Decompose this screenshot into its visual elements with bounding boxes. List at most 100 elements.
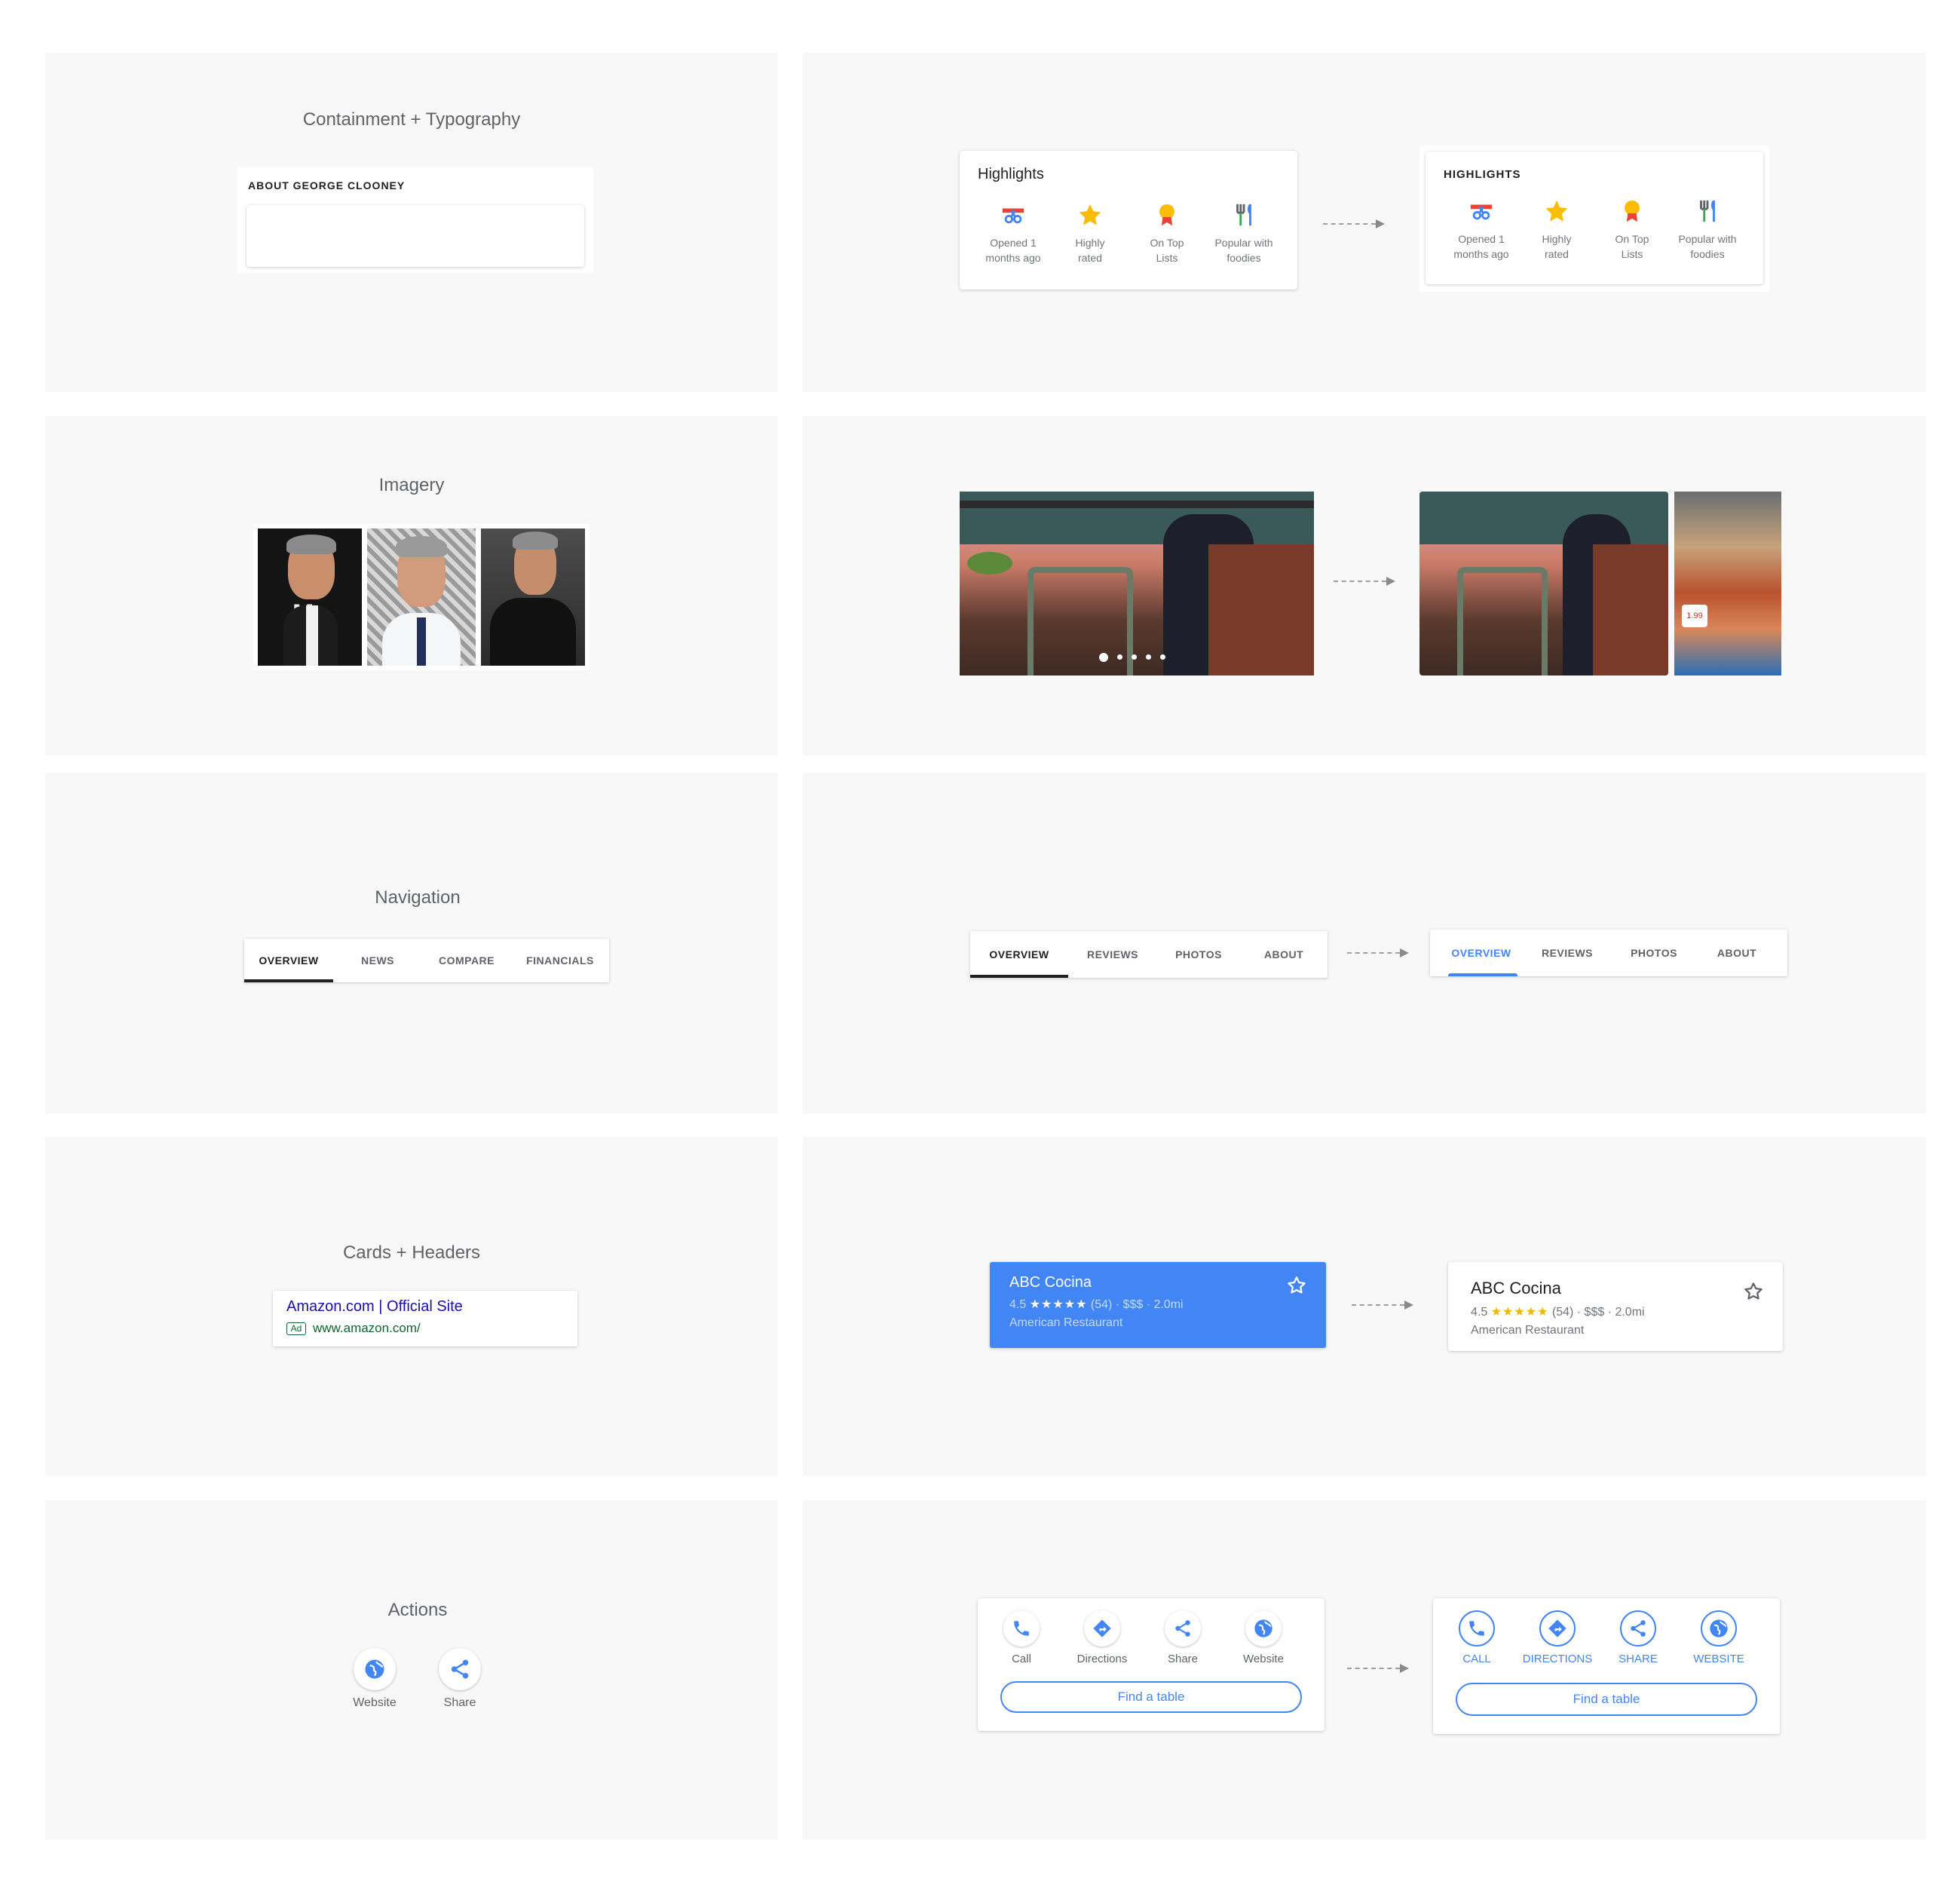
tab-compare[interactable]: COMPARE [422, 939, 511, 982]
star-icon [1544, 198, 1570, 224]
tab-about[interactable]: ABOUT [1695, 930, 1778, 976]
tab-overview[interactable]: OVERVIEW [1441, 930, 1522, 976]
phone-icon [1003, 1610, 1040, 1647]
highlight-item[interactable]: Popular with foodies [1670, 198, 1745, 262]
share-icon [439, 1648, 481, 1690]
transition-arrow [1347, 948, 1409, 957]
actions-comparison-panel: Call Directions Share Website Find a table … [803, 1500, 1926, 1840]
directions-action[interactable]: DIRECTIONS [1512, 1610, 1603, 1665]
ad-url[interactable]: www.amazon.com/ [313, 1321, 421, 1336]
globe-icon [1701, 1610, 1737, 1647]
highlight-item[interactable]: Popular with foodies [1206, 202, 1282, 265]
action-label: Website [353, 1696, 397, 1709]
call-action[interactable]: Call [976, 1610, 1067, 1665]
phone-icon [1459, 1610, 1495, 1647]
highlight-label: Lists [1156, 252, 1178, 264]
card-header: ABOUT GEORGE CLOONEY [248, 179, 406, 191]
highlight-item[interactable]: On Top Lists [1129, 202, 1205, 265]
tab-financials[interactable]: FINANCIALS [511, 939, 609, 982]
restaurant-photo[interactable] [1419, 492, 1668, 676]
highlight-item[interactable]: Highly rated [1052, 202, 1128, 265]
place-actions-before: Call Directions Share Website Find a table [978, 1598, 1325, 1731]
cards-panel: Cards + Headers Amazon.com | Official Si… [45, 1137, 778, 1476]
place-actions-after: CALL DIRECTIONS SHARE WEBSITE Find a table [1433, 1598, 1780, 1734]
restaurant-photo[interactable] [960, 492, 1314, 676]
tab-indicator [1448, 973, 1517, 976]
place-card-after[interactable]: ABC Cocina 4.5 ★★★★★ (54) · $$$ · 2.0mi … [1448, 1262, 1783, 1351]
navigation-comparison-panel: OVERVIEW REVIEWS PHOTOS ABOUT OVERVIEW R… [803, 773, 1926, 1114]
highlight-item[interactable]: On Top Lists [1594, 198, 1670, 262]
person-photo[interactable]: M [258, 528, 362, 666]
image-strip: M [253, 524, 590, 670]
ad-result-card[interactable]: Amazon.com | Official Site Ad www.amazon… [273, 1291, 577, 1346]
place-name: ABC Cocina [1009, 1274, 1092, 1291]
call-action[interactable]: CALL [1432, 1610, 1522, 1665]
person-photo[interactable] [367, 528, 476, 666]
section-title: Actions [387, 1600, 448, 1620]
utensils-icon [1695, 198, 1720, 224]
ad-title-link[interactable]: Amazon.com | Official Site [286, 1298, 463, 1316]
place-name: ABC Cocina [1471, 1279, 1561, 1297]
find-table-button[interactable]: Find a table [1000, 1681, 1302, 1713]
highlight-item[interactable]: Opened 1 months ago [1444, 198, 1519, 262]
highlights-card-after: HIGHLIGHTS Opened 1 months ago Highly rated… [1426, 152, 1763, 284]
highlight-label: On Top [1150, 237, 1184, 249]
tab-news[interactable]: NEWS [333, 939, 422, 982]
rating-stars: ★★★★★ [1490, 1306, 1549, 1319]
highlight-item[interactable]: Highly rated [1519, 198, 1594, 262]
place-category: American Restaurant [1471, 1324, 1585, 1337]
action-label: SHARE [1619, 1653, 1658, 1665]
website-action[interactable]: Website [1218, 1610, 1309, 1665]
place-card-before[interactable]: ABC Cocina 4.5 ★★★★★ (54) · $$$ · 2.0mi … [990, 1262, 1326, 1348]
award-medal-icon [1154, 202, 1180, 228]
highlight-item[interactable]: Opened 1 months ago [975, 202, 1051, 265]
about-card-body [247, 205, 584, 267]
transition-arrow [1352, 1300, 1413, 1310]
share-action[interactable]: Share [1138, 1610, 1228, 1665]
directions-icon [1539, 1610, 1576, 1647]
utensils-icon [1231, 202, 1257, 228]
share-action[interactable]: SHARE [1593, 1610, 1683, 1665]
tab-photos[interactable]: PHOTOS [1157, 931, 1240, 978]
highlight-label: months ago [985, 252, 1041, 264]
section-title: Containment + Typography [302, 109, 521, 130]
action-label: DIRECTIONS [1522, 1653, 1593, 1665]
person-photo[interactable] [481, 528, 585, 666]
rating-stars: ★★★★★ [1029, 1298, 1088, 1311]
tab-overview[interactable]: OVERVIEW [970, 931, 1068, 978]
tab-photos[interactable]: PHOTOS [1612, 930, 1695, 976]
find-table-button[interactable]: Find a table [1456, 1683, 1757, 1716]
action-label: WEBSITE [1693, 1653, 1744, 1665]
highlights-card-before: Highlights Opened 1 months ago Highly rated… [960, 151, 1297, 290]
share-action[interactable]: Share [415, 1648, 505, 1710]
globe-icon [1245, 1610, 1282, 1647]
highlight-label: Highly [1542, 233, 1572, 245]
highlight-label: On Top [1615, 233, 1649, 245]
tab-reviews[interactable]: REVIEWS [1522, 930, 1612, 976]
actions-panel: Actions Website Share [45, 1500, 778, 1840]
transition-arrow [1323, 219, 1385, 228]
containment-panel: Containment + Typography ABOUT GEORGE CL… [45, 53, 778, 392]
globe-icon [354, 1648, 396, 1690]
star-outline-icon[interactable] [1742, 1280, 1765, 1303]
imagery-panel: Imagery M [45, 416, 778, 755]
directions-action[interactable]: Directions [1057, 1610, 1147, 1665]
tab-overview[interactable]: OVERVIEW [244, 939, 333, 982]
action-label: Share [443, 1696, 476, 1709]
action-label: Directions [1076, 1653, 1128, 1665]
website-action[interactable]: WEBSITE [1674, 1610, 1764, 1665]
finance-tabs: OVERVIEW NEWS COMPARE FINANCIALS [244, 939, 609, 982]
star-outline-icon[interactable] [1285, 1274, 1308, 1297]
highlight-label: months ago [1453, 248, 1509, 260]
highlight-label: Popular with [1214, 237, 1273, 249]
tab-about[interactable]: ABOUT [1240, 931, 1328, 978]
highlight-label: Popular with [1678, 233, 1737, 245]
carousel-dots[interactable] [1099, 653, 1165, 662]
highlights-frame: HIGHLIGHTS Opened 1 months ago Highly rated… [1419, 146, 1769, 292]
star-icon [1077, 202, 1103, 228]
tab-reviews[interactable]: REVIEWS [1068, 931, 1157, 978]
website-action[interactable]: Website [329, 1648, 420, 1710]
cards-comparison-panel: ABC Cocina 4.5 ★★★★★ (54) · $$$ · 2.0mi … [803, 1137, 1926, 1476]
place-rating-line: 4.5 ★★★★★ (54) · $$$ · 2.0mi [1009, 1298, 1184, 1311]
seafood-photo[interactable]: 1.99 [1674, 492, 1781, 676]
